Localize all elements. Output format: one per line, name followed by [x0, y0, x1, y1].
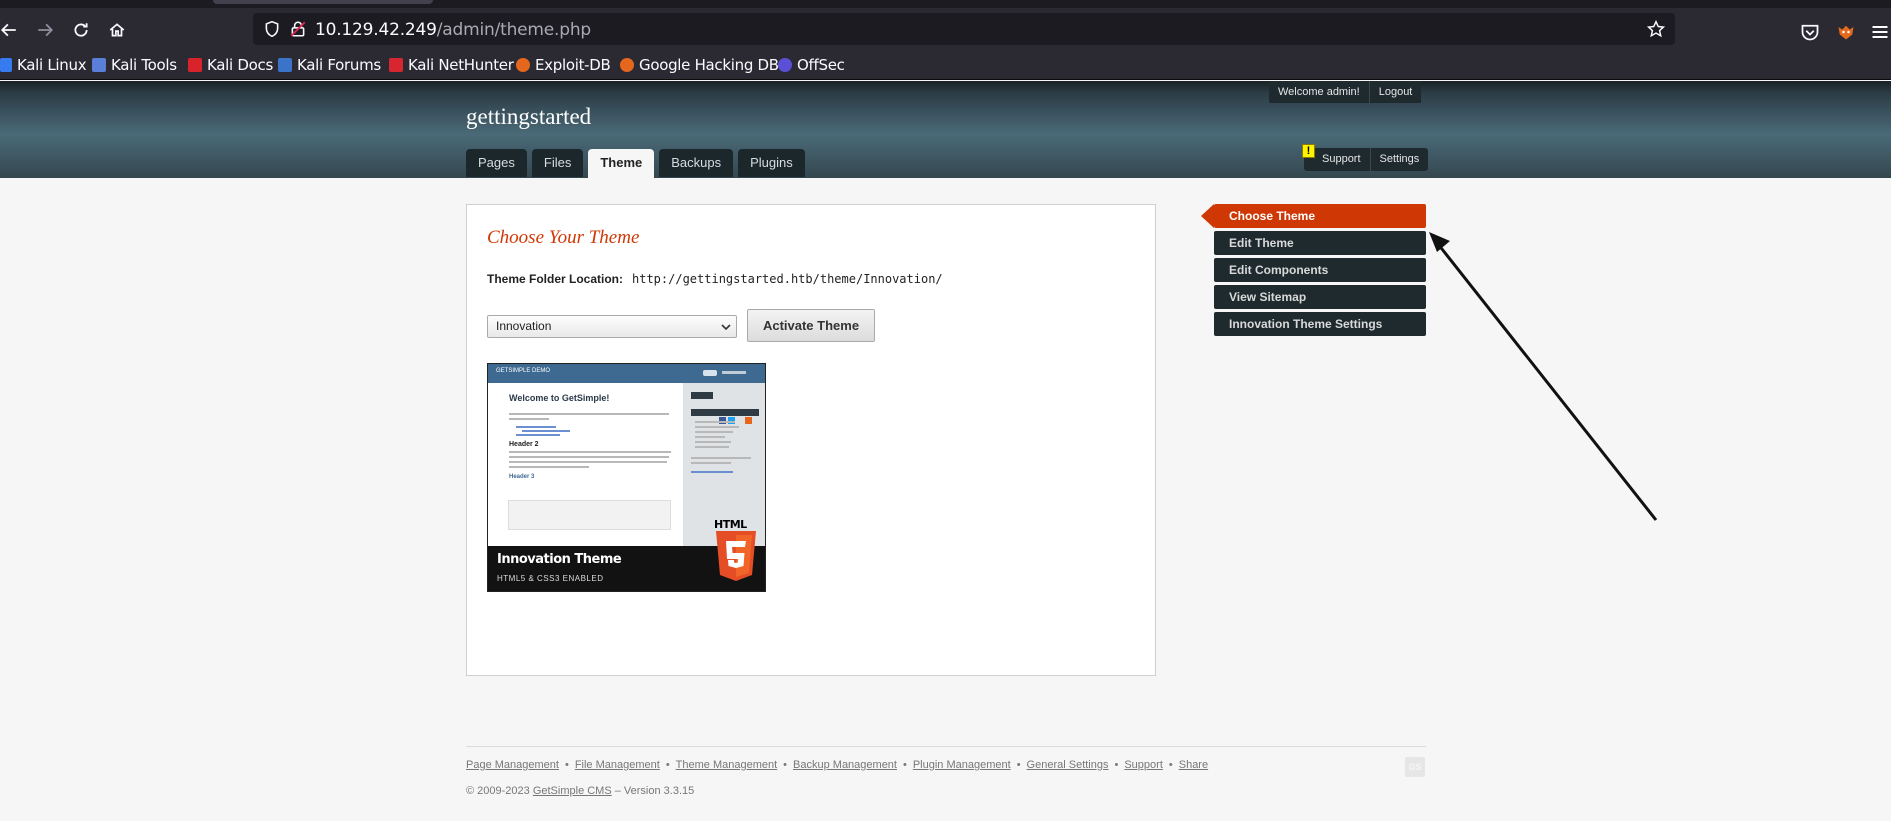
html5-label: HTML — [714, 518, 747, 531]
sidebar-item-innovation-theme-settings[interactable]: Innovation Theme Settings — [1214, 312, 1426, 336]
bookmark-label: Google Hacking DB — [639, 56, 779, 74]
extension-fox-icon[interactable] — [1836, 22, 1856, 42]
preview-site-title: GETSIMPLE DEMO — [496, 368, 551, 374]
html5-logo-icon — [716, 531, 756, 581]
bookmark-label: Kali Docs — [207, 56, 273, 74]
footer-link-general-settings[interactable]: General Settings — [1027, 759, 1109, 771]
ghdb-icon — [620, 58, 634, 72]
preview-theme-subtitle: HTML5 & CSS3 ENABLED — [497, 574, 604, 583]
bookmark-kali-tools[interactable]: Kali Tools — [92, 55, 177, 75]
bookmark-label: Kali Tools — [111, 56, 177, 74]
getsimple-link[interactable]: GetSimple CMS — [533, 785, 612, 797]
kali-forums-icon — [278, 58, 292, 72]
kali-docs-icon — [188, 58, 202, 72]
preview-header3: Header 3 — [509, 474, 535, 480]
preview-topbar: GETSIMPLE DEMO — [488, 364, 765, 383]
bookmark-label: Exploit-DB — [535, 56, 611, 74]
copyright-prefix: © 2009-2023 — [466, 785, 533, 797]
forward-icon[interactable] — [31, 16, 59, 44]
getsimple-logo-icon[interactable]: GS — [1405, 757, 1425, 777]
logout-link[interactable]: Logout — [1368, 81, 1422, 103]
bookmarks-toolbar: Kali Linux Kali Tools Kali Docs Kali For… — [0, 50, 1891, 80]
bookmark-google-hacking-db[interactable]: Google Hacking DB — [620, 55, 779, 75]
bookmark-kali-nethunter[interactable]: Kali NetHunter — [389, 55, 514, 75]
browser-tab[interactable] — [213, 0, 433, 4]
tab-plugins[interactable]: Plugins — [738, 149, 805, 177]
copyright-text: © 2009-2023 GetSimple CMS – Version 3.3.… — [466, 785, 694, 797]
annotation-arrow-icon — [1429, 232, 1658, 521]
url-text[interactable]: 10.129.42.249/admin/theme.php — [315, 20, 591, 40]
theme-preview-image: GETSIMPLE DEMO Welcome to GetSimple! Hea… — [487, 363, 766, 592]
preview-header2: Header 2 — [509, 441, 539, 448]
bookmark-label: Kali Linux — [17, 56, 87, 74]
folder-location-label: Theme Folder Location: — [487, 272, 624, 286]
footer-link-share[interactable]: Share — [1179, 759, 1208, 771]
current-item-arrow — [1201, 204, 1214, 228]
footer-link-support[interactable]: Support — [1124, 759, 1163, 771]
settings-link[interactable]: Settings — [1369, 148, 1429, 171]
nethunter-icon — [389, 58, 403, 72]
sidebar-item-edit-components[interactable]: Edit Components — [1214, 258, 1426, 282]
kali-dragon-icon — [0, 58, 12, 72]
footer-link-backup-management[interactable]: Backup Management — [793, 759, 897, 771]
bookmark-kali-linux[interactable]: Kali Linux — [0, 55, 87, 75]
footer-link-theme-management[interactable]: Theme Management — [676, 759, 778, 771]
header-right-links: Support Settings — [1304, 148, 1429, 171]
theme-panel: Choose Your Theme Theme Folder Location:… — [466, 204, 1156, 676]
browser-tabstrip — [0, 0, 1891, 8]
chevron-down-icon — [721, 324, 731, 331]
theme-select-value: Innovation — [496, 319, 552, 333]
preview-code-block — [508, 500, 671, 530]
bookmark-label: OffSec — [797, 56, 845, 74]
preview-heading: Welcome to GetSimple! — [509, 393, 610, 403]
home-icon[interactable] — [103, 16, 131, 44]
bookmark-star-icon[interactable] — [1647, 20, 1665, 38]
bookmark-exploit-db[interactable]: Exploit-DB — [516, 55, 611, 75]
tab-theme[interactable]: Theme — [588, 149, 655, 178]
warning-icon: ! — [1302, 144, 1315, 158]
url-path: /admin/theme.php — [436, 20, 591, 40]
sidebar-item-view-sitemap[interactable]: View Sitemap — [1214, 285, 1426, 309]
footer-link-page-management[interactable]: Page Management — [466, 759, 559, 771]
pocket-icon[interactable] — [1800, 22, 1820, 42]
bookmark-kali-docs[interactable]: Kali Docs — [188, 55, 273, 75]
activate-theme-button[interactable]: Activate Theme — [747, 309, 875, 342]
preview-theme-name: Innovation Theme — [497, 552, 622, 567]
reload-icon[interactable] — [67, 16, 95, 44]
sidebar-item-edit-theme[interactable]: Edit Theme — [1214, 231, 1426, 255]
footer-links: Page Management • File Management • Theme … — [466, 759, 1209, 771]
bookmark-kali-forums[interactable]: Kali Forums — [278, 55, 381, 75]
copyright-suffix: – Version 3.3.15 — [611, 785, 695, 797]
bookmark-label: Kali Forums — [297, 56, 381, 74]
bookmark-offsec[interactable]: OffSec — [778, 55, 845, 75]
url-bar[interactable]: 10.129.42.249/admin/theme.php — [253, 13, 1675, 45]
cms-header — [0, 81, 1891, 178]
sidebar-item-choose-theme[interactable]: Choose Theme — [1214, 204, 1426, 228]
footer-link-plugin-management[interactable]: Plugin Management — [913, 759, 1011, 771]
url-host: 10.129.42.249 — [315, 20, 437, 40]
tab-files[interactable]: Files — [531, 149, 584, 177]
tab-pages[interactable]: Pages — [466, 149, 527, 177]
footer-divider — [466, 746, 1426, 747]
tracking-shield-icon[interactable] — [263, 20, 281, 38]
site-name[interactable]: gettingstarted — [466, 104, 591, 130]
theme-select[interactable]: Innovation — [487, 315, 737, 338]
bookmark-label: Kali NetHunter — [408, 56, 514, 74]
main-nav-tabs: Pages Files Theme Backups Plugins — [466, 149, 810, 178]
browser-toolbar: 10.129.42.249/admin/theme.php — [0, 8, 1891, 50]
tab-backups[interactable]: Backups — [659, 149, 734, 177]
exploitdb-icon — [516, 58, 530, 72]
offsec-icon — [778, 58, 792, 72]
folder-location-value: http://gettingstarted.htb/theme/Innovati… — [632, 272, 943, 286]
footer-link-file-management[interactable]: File Management — [575, 759, 660, 771]
back-icon[interactable] — [0, 16, 23, 44]
welcome-text: Welcome admin! — [1269, 81, 1369, 103]
user-box: Welcome admin! Logout — [1269, 81, 1422, 103]
panel-title: Choose Your Theme — [487, 227, 640, 248]
menu-icon[interactable] — [1870, 22, 1890, 42]
kali-tools-icon — [92, 58, 106, 72]
insecure-lock-icon[interactable] — [289, 20, 307, 38]
